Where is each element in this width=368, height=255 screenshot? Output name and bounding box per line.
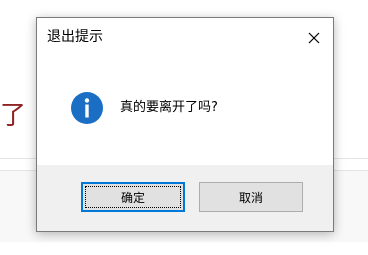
close-button[interactable] [303,27,325,49]
cancel-button[interactable]: 取消 [199,182,303,212]
dialog-body: 真的要离开了吗? [37,58,333,165]
dialog-message: 真的要离开了吗? [120,100,218,115]
dialog-titlebar: 退出提示 [37,18,333,58]
ok-button[interactable]: 确定 [81,182,185,212]
info-icon [71,92,103,124]
dialog-footer: 确定 取消 [37,165,333,231]
exit-dialog: 退出提示 真的要离开了吗? 确定 取消 [36,17,334,232]
dialog-title: 退出提示 [47,29,103,45]
close-icon [308,32,320,44]
